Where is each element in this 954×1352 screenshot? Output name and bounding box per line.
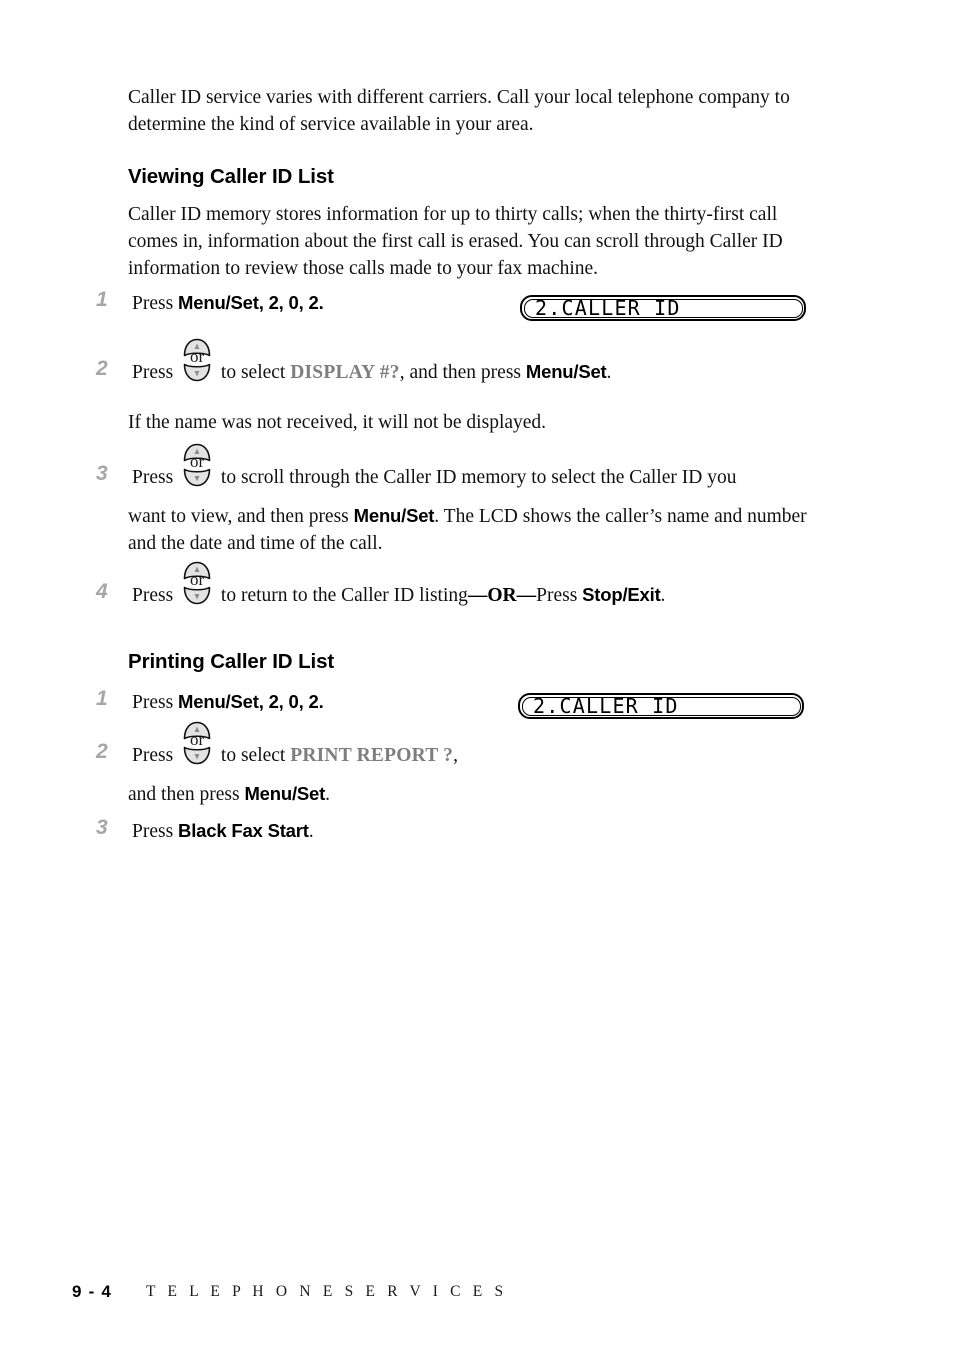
lcd-display-box: 2.CALLER ID xyxy=(520,295,806,321)
key-label: Menu/Set xyxy=(178,292,259,313)
step-continuation: want to view, and then press Menu/Set. T… xyxy=(128,502,828,557)
key-label: Menu/Set xyxy=(178,691,259,712)
or-label: or xyxy=(189,347,205,366)
step-text: Press or to return to the Caller ID list… xyxy=(132,561,666,609)
press-label: Press xyxy=(132,293,174,314)
after-or: Press xyxy=(536,585,578,606)
step-text: Press or to scroll through the Caller ID… xyxy=(132,443,826,491)
or-label: or xyxy=(189,452,205,471)
updown-arrow-key-icon: or xyxy=(178,443,216,487)
step-text: Press Menu/Set, 2, 0, 2. xyxy=(132,688,324,716)
step-number: 1 xyxy=(96,687,108,710)
lcd-display-box: 2.CALLER ID xyxy=(518,693,804,719)
mid-text: to select xyxy=(220,745,286,766)
step-number: 1 xyxy=(96,288,108,311)
em-dash-1: — xyxy=(467,585,488,606)
press-label: Press xyxy=(132,585,174,606)
key-label: Stop/Exit xyxy=(582,584,661,605)
section-heading-printing: Printing Caller ID List xyxy=(128,650,335,673)
lcd-selection-label: PRINT REPORT ? xyxy=(290,745,454,766)
key-digits: , 2, 0, 2. xyxy=(258,292,324,313)
key-digits: , 2, 0, 2. xyxy=(258,691,324,712)
updown-arrow-key-icon: or xyxy=(178,721,216,765)
continuation-a: want to view, and then press xyxy=(128,506,349,527)
footer-section-name: T E L E P H O N E S E R V I C E S xyxy=(146,1283,508,1300)
key-label: Black Fax Start xyxy=(178,820,309,841)
document-page: Caller ID service varies with different … xyxy=(0,0,954,1352)
trailing: . xyxy=(606,362,612,383)
step-number: 3 xyxy=(96,462,108,485)
or-label: or xyxy=(189,570,205,589)
em-dash-2: — xyxy=(516,585,537,606)
press-label: Press xyxy=(132,467,174,488)
step-text: Press or to select DISPLAY #?, and then … xyxy=(132,338,612,386)
lcd-text: 2.CALLER ID xyxy=(533,694,679,718)
continuation-a: and then press xyxy=(128,784,240,805)
or-emphasis: OR xyxy=(487,585,517,606)
intro-paragraph: Caller ID service varies with different … xyxy=(128,87,790,135)
trailing: . xyxy=(660,585,666,606)
step-text: Press Menu/Set, 2, 0, 2. xyxy=(132,289,324,317)
press-label: Press xyxy=(132,362,174,383)
continuation-b: . xyxy=(325,784,330,805)
or-label: or xyxy=(189,730,205,749)
page-footer: 9 - 4 T E L E P H O N E S E R V I C E S xyxy=(0,1282,954,1352)
mid-text: to return to the Caller ID listing xyxy=(220,585,468,606)
mid-text: to select xyxy=(220,362,286,383)
mid-text: to scroll through the Caller ID memory t… xyxy=(220,467,737,488)
step-text: Press or to select PRINT REPORT ?, xyxy=(132,721,458,769)
press-label: Press xyxy=(132,745,174,766)
key-label: Menu/Set xyxy=(525,361,607,382)
after-selection: , and then press xyxy=(399,362,522,383)
footer-page-number: 9 - 4 xyxy=(72,1282,113,1301)
press-label: Press xyxy=(132,821,174,842)
step-note: If the name was not received, it will no… xyxy=(128,412,547,433)
step-number: 2 xyxy=(96,740,108,763)
step-number: 4 xyxy=(96,580,108,603)
section-heading-viewing: Viewing Caller ID List xyxy=(128,165,334,188)
key-label: Menu/Set xyxy=(353,505,435,526)
lcd-text: 2.CALLER ID xyxy=(535,296,681,320)
updown-arrow-key-icon: or xyxy=(178,561,216,605)
step-number: 2 xyxy=(96,357,108,380)
trailing: . xyxy=(308,821,314,842)
step-text: Press Black Fax Start. xyxy=(132,817,314,845)
updown-arrow-key-icon: or xyxy=(178,338,216,382)
section-intro-viewing: Caller ID memory stores information for … xyxy=(128,204,783,279)
key-label: Menu/Set xyxy=(244,783,326,804)
step-number: 3 xyxy=(96,816,108,839)
press-label: Press xyxy=(132,692,174,713)
after-selection: , xyxy=(453,745,458,766)
step-continuation: and then press Menu/Set. xyxy=(128,780,828,808)
lcd-selection-label: DISPLAY #? xyxy=(290,362,400,383)
